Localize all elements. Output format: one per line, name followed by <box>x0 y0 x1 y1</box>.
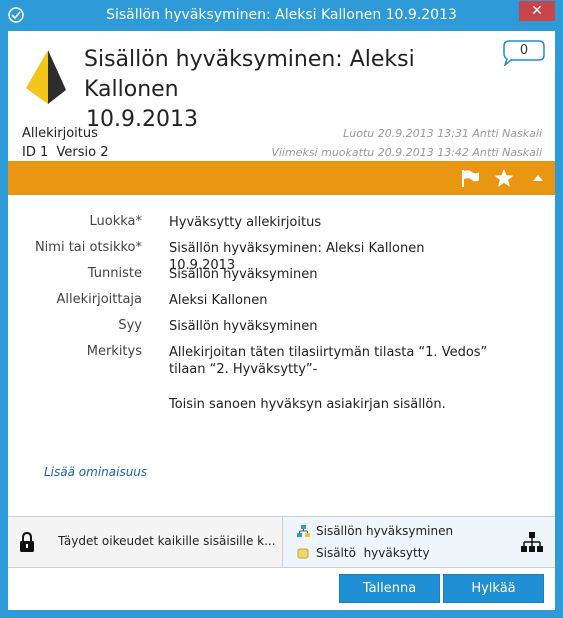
object-class: Allekirjoitus <box>22 126 98 141</box>
lock-icon <box>20 532 34 552</box>
object-meta: Allekirjoitus ID 1 Versio 2 <box>22 124 108 162</box>
meaning-paragraph-2: Toisin sanoen hyväksyn asiakirjan sisäll… <box>169 397 446 412</box>
modified-info: Viimeksi muokattu 20.9.2013 13:42 Antti … <box>271 146 542 159</box>
property-value: Allekirjoitan täten tilasiirtymän tilast… <box>169 344 489 413</box>
property-value: Aleksi Kallonen <box>169 293 268 308</box>
metadata-toolbar <box>8 161 555 195</box>
property-label: Luokka* <box>89 214 142 229</box>
star-icon[interactable] <box>494 169 514 187</box>
created-info: Luotu 20.9.2013 13:31 Antti Naskali <box>343 127 542 140</box>
add-property-link[interactable]: Lisää ominaisuus <box>44 465 147 479</box>
workflow-state[interactable]: Sisältö hyväksytty <box>297 546 430 560</box>
comment-count: 0 <box>519 43 529 58</box>
reject-button[interactable]: Hylkää <box>443 574 544 603</box>
page-title: Sisällön hyväksyminen: Aleksi Kallonen 1… <box>84 45 484 135</box>
comments-button[interactable]: 0 <box>503 40 545 68</box>
dialog-content: Sisällön hyväksyminen: Aleksi Kallonen 1… <box>8 31 555 610</box>
property-label: Syy <box>118 318 142 333</box>
property-value: Sisällön hyväksyminen <box>169 267 318 282</box>
property-value: Sisällön hyväksyminen <box>169 319 318 334</box>
permissions-text: Täydet oikeudet kaikille sisäisille k... <box>58 534 276 548</box>
property-label: Tunniste <box>87 266 142 281</box>
meaning-paragraph-1: Allekirjoitan täten tilasiirtymän tilast… <box>169 345 488 377</box>
dialog-window: Sisällön hyväksyminen: Aleksi Kallonen 1… <box>0 0 563 618</box>
flag-icon[interactable] <box>460 169 480 187</box>
property-label: Merkitys <box>86 344 142 359</box>
status-panel: Täydet oikeudet kaikille sisäisille k...… <box>8 516 555 568</box>
workflow-name[interactable]: Sisällön hyväksyminen <box>297 524 453 538</box>
workflow-section[interactable]: Sisällön hyväksyminen Sisältö hyväksytty <box>283 517 555 567</box>
timestamps: Luotu 20.9.2013 13:31 Antti Naskali Viim… <box>271 124 542 162</box>
close-button[interactable]: ✕ <box>519 1 555 21</box>
pyramid-icon <box>26 50 66 104</box>
workflow-icon <box>297 525 310 537</box>
property-label: Nimi tai otsikko* <box>34 240 142 255</box>
title-bar[interactable]: Sisällön hyväksyminen: Aleksi Kallonen 1… <box>0 0 563 31</box>
permissions-section[interactable]: Täydet oikeudet kaikille sisäisille k... <box>8 517 283 567</box>
collapse-icon[interactable] <box>528 169 548 187</box>
state-icon <box>297 548 309 559</box>
save-button[interactable]: Tallenna <box>339 574 440 603</box>
object-id-version: ID 1 Versio 2 <box>22 145 109 160</box>
window-title: Sisällön hyväksyminen: Aleksi Kallonen 1… <box>106 7 457 23</box>
property-value: Hyväksytty allekirjoitus <box>169 215 322 230</box>
property-label: Allekirjoittaja <box>56 292 142 307</box>
title-line-1: Sisällön hyväksyminen: Aleksi Kallonen <box>84 47 415 102</box>
workflow-diagram-icon[interactable] <box>521 532 543 552</box>
